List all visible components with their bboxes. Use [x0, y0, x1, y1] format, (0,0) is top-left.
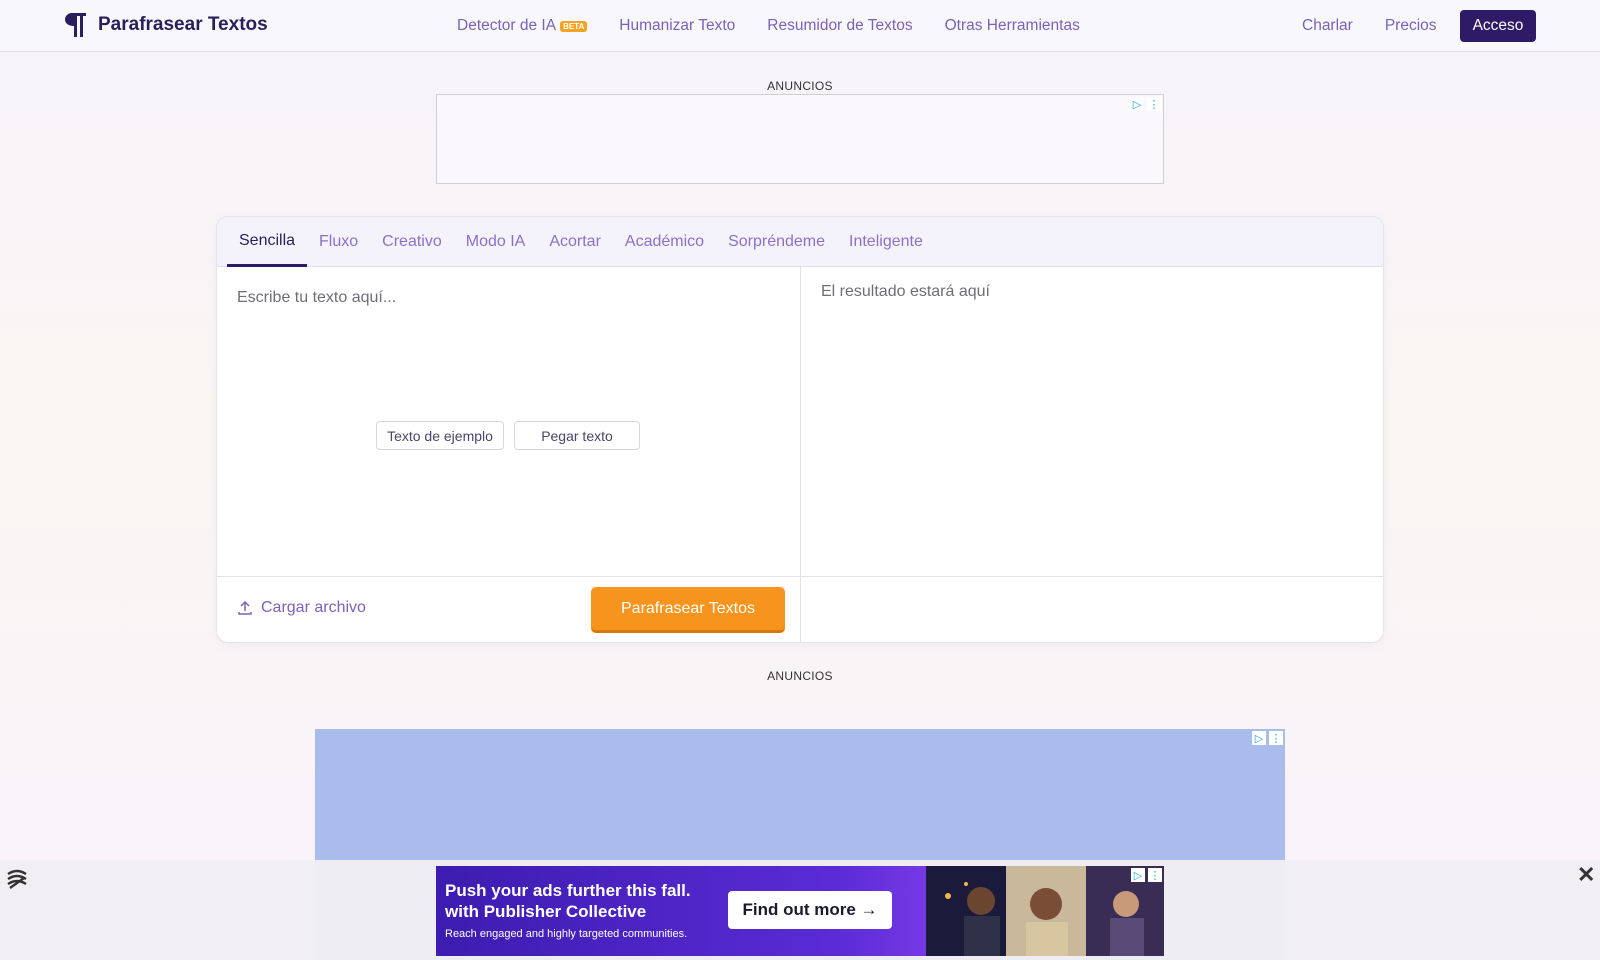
nav-ai-detector-label: Detector de IA: [457, 17, 557, 34]
tab-sorprendeme[interactable]: Sorpréndeme: [716, 217, 837, 267]
tab-inteligente[interactable]: Inteligente: [837, 217, 935, 267]
nav-humanize[interactable]: Humanizar Texto: [619, 17, 735, 35]
ads-label-top: ANUNCIOS: [767, 79, 833, 93]
banner-cta-button[interactable]: Find out more →: [728, 891, 892, 929]
adchoices-banner[interactable]: ▷ ⋮: [1131, 868, 1162, 882]
login-button[interactable]: Acceso: [1460, 10, 1536, 42]
banner-headline: Push your ads further this fall. with Pu…: [445, 880, 725, 922]
paraphrase-tool-card: Sencilla Fluxo Creativo Modo IA Acortar …: [216, 216, 1384, 643]
banner-headline-line-2: with Publisher Collective: [445, 902, 647, 921]
input-pane: Texto de ejemplo Pegar texto: [217, 267, 801, 576]
close-ad-icon[interactable]: ✕: [1577, 862, 1595, 888]
text-input[interactable]: [237, 283, 777, 313]
ad-menu-icon[interactable]: ⋮: [1148, 868, 1162, 882]
paraphrase-button[interactable]: Parafrasear Textos: [591, 587, 785, 633]
nav-chat[interactable]: Charlar: [1302, 17, 1353, 35]
nav-pricing[interactable]: Precios: [1385, 17, 1437, 35]
nav-ai-detector[interactable]: Detector de IA BETA: [457, 17, 588, 35]
pilcrow-icon: [65, 13, 86, 37]
nav-summarizer[interactable]: Resumidor de Textos: [767, 17, 912, 35]
tab-modo-ia[interactable]: Modo IA: [454, 217, 538, 267]
tab-sencilla[interactable]: Sencilla: [227, 217, 308, 267]
paste-text-button[interactable]: Pegar texto: [514, 421, 640, 450]
top-header: Parafrasear Textos Detector de IA BETA H…: [0, 0, 1600, 52]
ad-menu-icon[interactable]: ⋮: [1147, 97, 1161, 111]
adchoices[interactable]: ▷ ⋮: [1130, 97, 1161, 111]
tab-academico[interactable]: Académico: [613, 217, 716, 267]
adchoices-play-icon[interactable]: ▷: [1130, 97, 1144, 111]
input-footer: Cargar archivo Parafrasear Textos: [217, 576, 801, 642]
beta-badge: BETA: [560, 20, 588, 32]
sticky-banner-ad[interactable]: Push your ads further this fall. with Pu…: [436, 866, 1164, 956]
output-placeholder: El resultado estará aquí: [821, 283, 990, 300]
output-footer: [801, 576, 1383, 642]
upload-label: Cargar archivo: [261, 599, 366, 616]
right-nav: Charlar Precios: [1302, 17, 1469, 35]
main-nav: Detector de IA BETA Humanizar Texto Resu…: [457, 17, 1112, 35]
banner-photos-image: [926, 866, 1164, 956]
banner-subtext: Reach engaged and highly targeted commun…: [445, 928, 688, 940]
mode-tabs: Sencilla Fluxo Creativo Modo IA Acortar …: [217, 217, 1383, 267]
tab-fluxo[interactable]: Fluxo: [307, 217, 370, 267]
ad-menu-icon[interactable]: ⋮: [1269, 731, 1283, 745]
upload-icon: [238, 600, 252, 615]
tab-creativo[interactable]: Creativo: [370, 217, 454, 267]
upload-file-button[interactable]: Cargar archivo: [237, 599, 366, 617]
sample-text-button[interactable]: Texto de ejemplo: [376, 421, 504, 450]
ads-label-bottom: ANUNCIOS: [767, 669, 833, 683]
top-ad-slot[interactable]: ▷ ⋮: [436, 94, 1164, 184]
adchoices-play-icon[interactable]: ▷: [1131, 868, 1145, 882]
adchoices-play-icon[interactable]: ▷: [1252, 731, 1266, 745]
brand-name: Parafrasear Textos: [98, 14, 268, 35]
adchoices-bottom[interactable]: ▷ ⋮: [1252, 731, 1283, 745]
brand-logo-link[interactable]: Parafrasear Textos: [62, 12, 268, 38]
nav-other-tools[interactable]: Otras Herramientas: [945, 17, 1080, 35]
banner-headline-line-1: Push your ads further this fall.: [445, 881, 691, 900]
tab-acortar[interactable]: Acortar: [537, 217, 613, 267]
publisher-logo-icon: [7, 869, 27, 889]
